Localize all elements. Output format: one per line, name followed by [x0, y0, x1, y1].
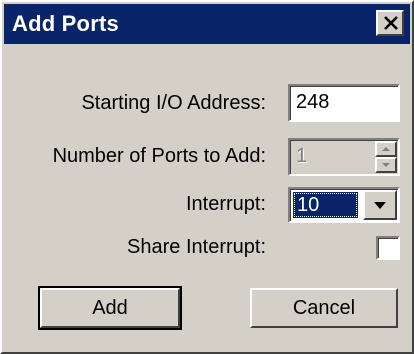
- add-ports-dialog: Add Ports Starting I/O Address: 248 Numb…: [0, 0, 414, 354]
- start-address-label: Starting I/O Address:: [81, 92, 266, 114]
- spin-down-button[interactable]: [375, 157, 397, 173]
- spin-down-icon: [382, 163, 390, 167]
- start-address-input[interactable]: 248: [288, 84, 400, 122]
- close-icon: [384, 16, 398, 30]
- num-ports-label: Number of Ports to Add:: [52, 145, 266, 167]
- spin-up-icon: [382, 147, 390, 151]
- interrupt-dropdown-button[interactable]: [363, 190, 397, 220]
- interrupt-select[interactable]: 10: [288, 187, 400, 223]
- title-bar[interactable]: Add Ports: [4, 4, 410, 44]
- chevron-down-icon: [374, 202, 386, 209]
- close-button[interactable]: [376, 10, 404, 36]
- start-address-value: 248: [296, 91, 330, 113]
- dialog-title: Add Ports: [12, 11, 119, 36]
- spin-up-button[interactable]: [375, 141, 397, 157]
- interrupt-label: Interrupt:: [185, 193, 266, 215]
- add-button[interactable]: Add: [38, 286, 182, 330]
- num-ports-spinner[interactable]: 1: [288, 138, 400, 176]
- share-interrupt-checkbox[interactable]: [376, 236, 400, 260]
- interrupt-value: 10: [297, 194, 320, 216]
- num-ports-value: 1: [296, 145, 308, 167]
- cancel-button[interactable]: Cancel: [250, 288, 398, 328]
- interrupt-selection-highlight: 10: [293, 192, 358, 218]
- share-interrupt-label: Share Interrupt:: [127, 236, 266, 258]
